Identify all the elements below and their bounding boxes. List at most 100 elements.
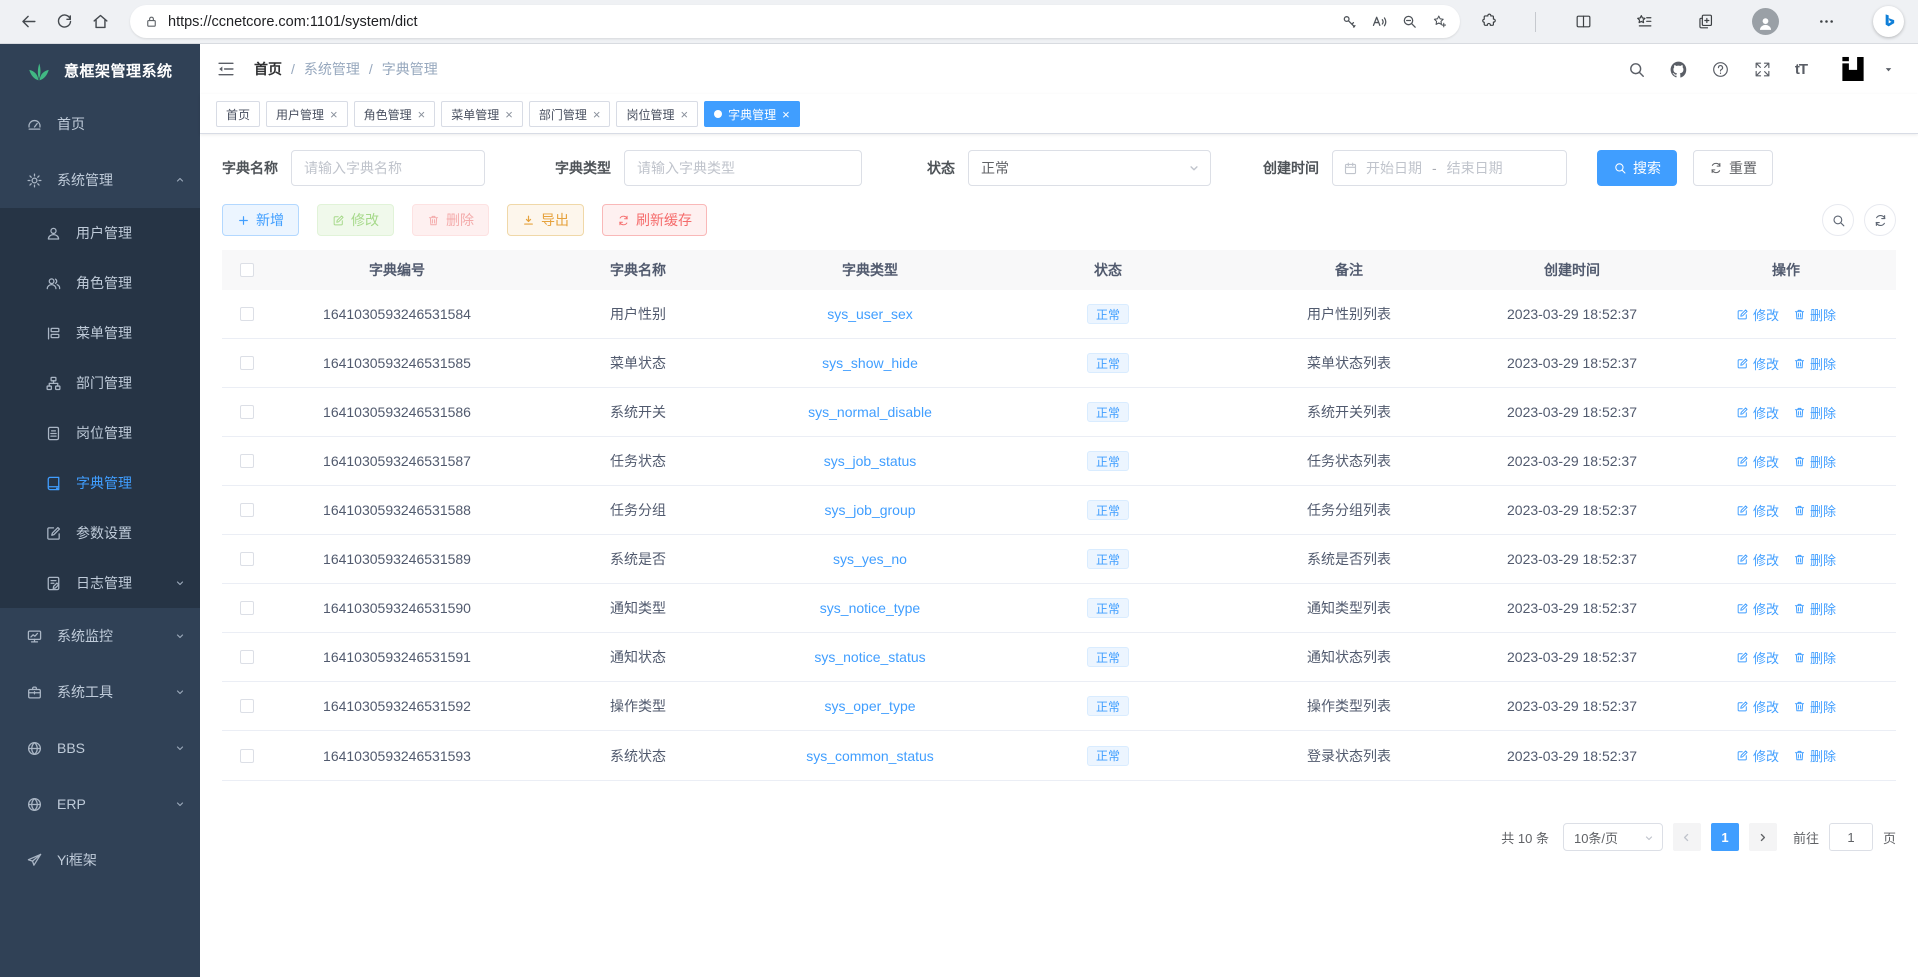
sidebar-item-system-tools[interactable]: 系统工具	[0, 664, 200, 720]
row-delete-link[interactable]: 删除	[1793, 746, 1836, 765]
zoom-out-button[interactable]	[1394, 8, 1424, 36]
copilot-bing-button[interactable]	[1873, 6, 1904, 37]
header-search-button[interactable]	[1627, 60, 1646, 79]
tab-dict-management[interactable]: 字典管理×	[704, 101, 800, 127]
row-edit-link[interactable]: 修改	[1736, 746, 1779, 765]
row-edit-link[interactable]: 修改	[1736, 452, 1779, 471]
row-checkbox[interactable]	[240, 749, 254, 763]
row-delete-link[interactable]: 删除	[1793, 452, 1836, 471]
dict-type-link[interactable]: sys_oper_type	[824, 698, 915, 714]
row-checkbox[interactable]	[240, 454, 254, 468]
row-edit-link[interactable]: 修改	[1736, 305, 1779, 324]
sidebar-item-dict-management[interactable]: 字典管理	[0, 458, 200, 508]
sidebar-item-post-management[interactable]: 岗位管理	[0, 408, 200, 458]
row-checkbox[interactable]	[240, 356, 254, 370]
browser-menu-button[interactable]	[1812, 8, 1840, 36]
github-button[interactable]	[1669, 60, 1688, 79]
dict-type-link[interactable]: sys_yes_no	[833, 551, 907, 567]
row-checkbox[interactable]	[240, 601, 254, 615]
row-checkbox[interactable]	[240, 307, 254, 321]
row-delete-link[interactable]: 删除	[1793, 501, 1836, 520]
refresh-table-button[interactable]	[1864, 204, 1896, 236]
dict-type-link[interactable]: sys_show_hide	[822, 355, 918, 371]
font-size-button[interactable]: tT	[1795, 61, 1807, 78]
row-edit-link[interactable]: 修改	[1736, 550, 1779, 569]
sidebar-item-log-management[interactable]: 日志管理	[0, 558, 200, 608]
row-checkbox[interactable]	[240, 650, 254, 664]
dict-type-link[interactable]: sys_job_group	[824, 502, 915, 518]
close-icon[interactable]: ×	[505, 108, 513, 121]
status-select[interactable]	[968, 150, 1211, 186]
browser-back-button[interactable]	[10, 4, 46, 40]
delete-button[interactable]: 删除	[412, 204, 489, 236]
dict-type-link[interactable]: sys_normal_disable	[808, 404, 932, 420]
collections-button[interactable]	[1691, 8, 1719, 36]
row-edit-link[interactable]: 修改	[1736, 403, 1779, 422]
row-edit-link[interactable]: 修改	[1736, 648, 1779, 667]
row-checkbox[interactable]	[240, 503, 254, 517]
browser-refresh-button[interactable]	[46, 4, 82, 40]
tab-role-management[interactable]: 角色管理×	[354, 101, 436, 127]
add-favorite-button[interactable]	[1424, 8, 1454, 36]
sidebar-item-dept-management[interactable]: 部门管理	[0, 358, 200, 408]
sidebar-item-system-monitor[interactable]: 系统监控	[0, 608, 200, 664]
row-delete-link[interactable]: 删除	[1793, 550, 1836, 569]
dict-type-input[interactable]	[624, 150, 862, 186]
help-button[interactable]	[1711, 60, 1730, 79]
browser-profile-button[interactable]	[1752, 8, 1779, 35]
sidebar-item-menu-management[interactable]: 菜单管理	[0, 308, 200, 358]
select-all-checkbox[interactable]	[240, 263, 254, 277]
show-search-toggle-button[interactable]	[1822, 204, 1854, 236]
tab-home[interactable]: 首页	[216, 101, 260, 127]
tab-user-management[interactable]: 用户管理×	[266, 101, 348, 127]
site-lock-icon[interactable]	[144, 14, 159, 29]
fullscreen-button[interactable]	[1753, 60, 1772, 79]
sidebar-item-user-management[interactable]: 用户管理	[0, 208, 200, 258]
sidebar-item-param-settings[interactable]: 参数设置	[0, 508, 200, 558]
row-checkbox[interactable]	[240, 552, 254, 566]
address-bar[interactable]: https://ccnetcore.com:1101/system/dict	[130, 5, 1460, 38]
row-checkbox[interactable]	[240, 405, 254, 419]
search-button[interactable]: 搜索	[1597, 150, 1677, 186]
dict-type-link[interactable]: sys_notice_status	[814, 649, 925, 665]
reset-button[interactable]: 重置	[1693, 150, 1773, 186]
dict-name-input[interactable]	[291, 150, 485, 186]
sidebar-item-yi-framework[interactable]: Yi框架	[0, 832, 200, 888]
page-size-select[interactable]: 10条/页	[1563, 823, 1663, 851]
row-delete-link[interactable]: 删除	[1793, 305, 1836, 324]
row-edit-link[interactable]: 修改	[1736, 697, 1779, 716]
edit-button[interactable]: 修改	[317, 204, 394, 236]
prev-page-button[interactable]	[1673, 823, 1701, 851]
close-icon[interactable]: ×	[782, 108, 790, 121]
user-logo-avatar[interactable]	[1836, 52, 1870, 86]
export-button[interactable]: 导出	[507, 204, 584, 236]
sidebar-item-system-management[interactable]: 系统管理	[0, 152, 200, 208]
tab-menu-management[interactable]: 菜单管理×	[441, 101, 523, 127]
goto-page-input[interactable]	[1829, 823, 1873, 851]
close-icon[interactable]: ×	[418, 108, 426, 121]
sidebar-item-role-management[interactable]: 角色管理	[0, 258, 200, 308]
row-edit-link[interactable]: 修改	[1736, 501, 1779, 520]
next-page-button[interactable]	[1749, 823, 1777, 851]
breadcrumb-home[interactable]: 首页	[254, 59, 282, 79]
sidebar-item-erp[interactable]: ERP	[0, 776, 200, 832]
row-delete-link[interactable]: 删除	[1793, 403, 1836, 422]
close-icon[interactable]: ×	[593, 108, 601, 121]
dict-type-link[interactable]: sys_job_status	[824, 453, 917, 469]
row-delete-link[interactable]: 删除	[1793, 648, 1836, 667]
split-screen-button[interactable]	[1569, 8, 1597, 36]
dict-type-link[interactable]: sys_notice_type	[820, 600, 920, 616]
sidebar-item-home[interactable]: 首页	[0, 96, 200, 152]
row-delete-link[interactable]: 删除	[1793, 697, 1836, 716]
read-aloud-button[interactable]	[1364, 8, 1394, 36]
page-1-button[interactable]: 1	[1711, 823, 1739, 851]
row-edit-link[interactable]: 修改	[1736, 354, 1779, 373]
browser-home-button[interactable]	[82, 4, 118, 40]
dict-type-link[interactable]: sys_user_sex	[827, 306, 913, 322]
row-edit-link[interactable]: 修改	[1736, 599, 1779, 618]
tab-dept-management[interactable]: 部门管理×	[529, 101, 611, 127]
close-icon[interactable]: ×	[330, 108, 338, 121]
date-range-picker[interactable]: 开始日期 - 结束日期	[1332, 150, 1567, 186]
add-button[interactable]: 新增	[222, 204, 299, 236]
extensions-button[interactable]	[1474, 8, 1502, 36]
